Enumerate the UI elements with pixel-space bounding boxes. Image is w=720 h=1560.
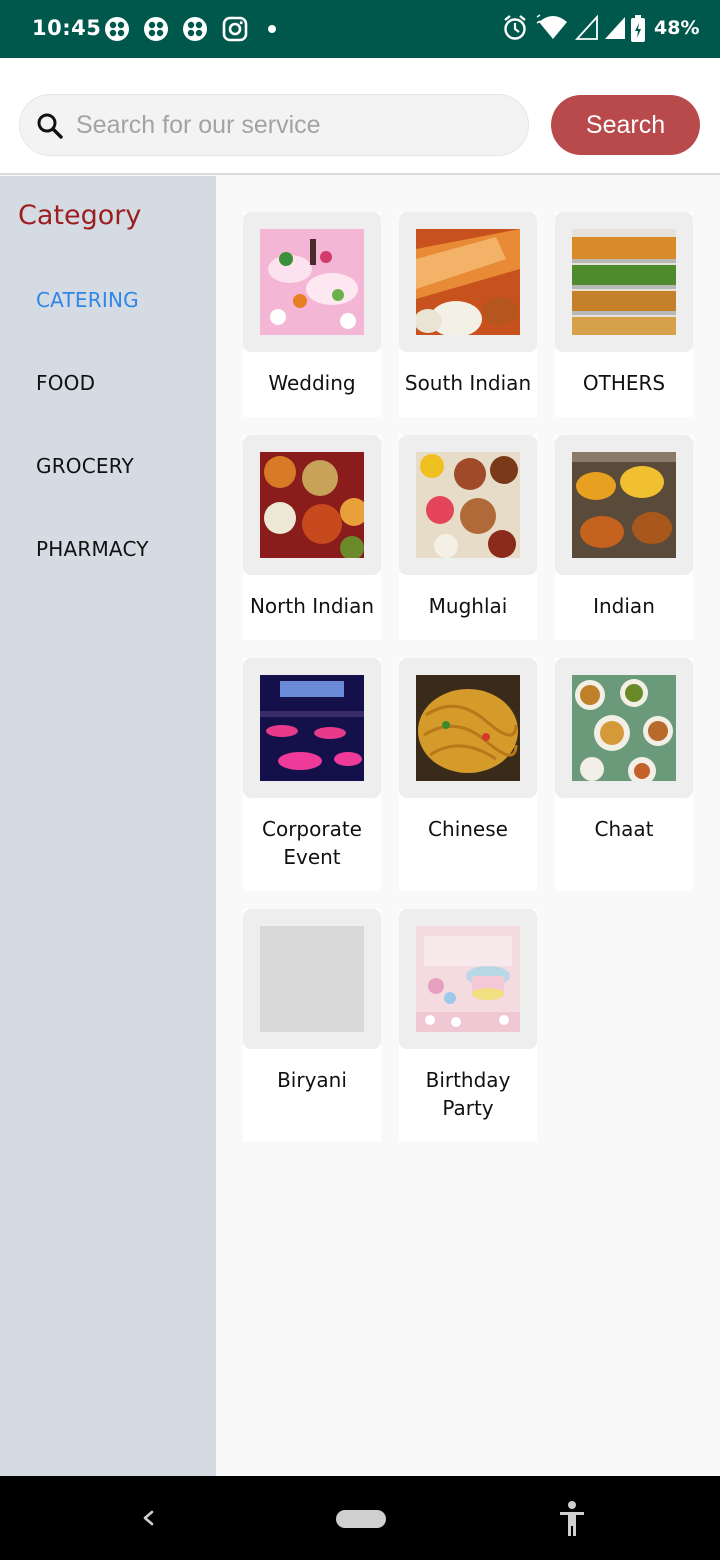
app-notification-icon <box>183 17 207 41</box>
corporate-event-image <box>260 675 364 781</box>
battery-percentage: 48% <box>654 17 700 39</box>
card-image-frame <box>243 212 381 352</box>
sidebar-item-food[interactable]: FOOD <box>36 371 95 395</box>
signal-icon <box>574 14 598 40</box>
status-bar: 10:45 48% <box>0 0 720 58</box>
wifi-icon <box>536 14 567 39</box>
card-label: North Indian <box>249 594 375 618</box>
chaat-image <box>572 675 676 781</box>
card-label: Chaat <box>594 817 654 841</box>
battery-icon <box>631 15 645 42</box>
category-grid: Wedding South Indian OTHERS North Indian… <box>216 176 720 1476</box>
status-time: 10:45 <box>32 16 102 40</box>
card-image-frame <box>555 658 693 798</box>
category-card-corporate-event[interactable]: Corporate Event <box>243 658 381 891</box>
app-notification-icon <box>105 17 129 41</box>
card-label: Biryani <box>277 1068 347 1092</box>
category-card-chaat[interactable]: Chaat <box>555 658 693 891</box>
indian-image <box>572 452 676 558</box>
card-label: South Indian <box>404 371 532 395</box>
back-icon[interactable] <box>138 1502 158 1534</box>
category-card-north-indian[interactable]: North Indian <box>243 435 381 640</box>
app-notification-icon <box>144 17 168 41</box>
card-label: Birthday Party <box>425 1068 511 1120</box>
card-image-frame <box>399 435 537 575</box>
card-image-frame <box>555 212 693 352</box>
card-label: Mughlai <box>428 594 508 618</box>
card-label: OTHERS <box>582 371 666 395</box>
card-image-frame <box>399 658 537 798</box>
category-card-biryani[interactable]: Biryani <box>243 909 381 1142</box>
search-button[interactable]: Search <box>551 95 700 155</box>
others-image <box>572 229 676 335</box>
south-indian-image <box>416 229 520 335</box>
category-card-indian[interactable]: Indian <box>555 435 693 640</box>
card-image-frame <box>243 909 381 1049</box>
category-card-wedding[interactable]: Wedding <box>243 212 381 417</box>
search-box[interactable] <box>19 94 529 156</box>
search-icon <box>37 113 63 139</box>
home-pill[interactable] <box>336 1510 386 1528</box>
card-image-frame <box>399 909 537 1049</box>
category-card-birthday-party[interactable]: Birthday Party <box>399 909 537 1142</box>
mughlai-image <box>416 452 520 558</box>
accessibility-icon[interactable] <box>556 1498 588 1538</box>
category-card-others[interactable]: OTHERS <box>555 212 693 417</box>
card-image-frame <box>555 435 693 575</box>
card-label: Corporate Event <box>262 817 362 869</box>
alarm-icon <box>504 15 526 40</box>
system-nav-bar <box>0 1476 720 1560</box>
card-image-frame <box>243 658 381 798</box>
chinese-image <box>416 675 520 781</box>
card-label: Wedding <box>268 371 356 395</box>
wedding-image <box>260 229 364 335</box>
search-header: Search <box>0 58 720 175</box>
category-card-chinese[interactable]: Chinese <box>399 658 537 891</box>
signal-icon <box>605 17 625 39</box>
sidebar-item-pharmacy[interactable]: PHARMACY <box>36 537 149 561</box>
card-image-frame <box>243 435 381 575</box>
category-card-south-indian[interactable]: South Indian <box>399 212 537 417</box>
search-input[interactable] <box>76 95 516 155</box>
card-label: Chinese <box>428 817 508 841</box>
birthday-party-image <box>416 926 520 1032</box>
image-placeholder <box>260 926 364 1032</box>
sidebar-item-catering[interactable]: CATERING <box>36 288 139 312</box>
card-label: Indian <box>593 594 655 618</box>
instagram-icon <box>222 16 248 42</box>
card-image-frame <box>399 212 537 352</box>
dot-icon <box>268 25 276 33</box>
category-sidebar: Category CATERING FOOD GROCERY PHARMACY <box>0 176 216 1476</box>
category-card-mughlai[interactable]: Mughlai <box>399 435 537 640</box>
north-indian-image <box>260 452 364 558</box>
sidebar-title: Category <box>18 200 142 231</box>
sidebar-item-grocery[interactable]: GROCERY <box>36 454 134 478</box>
